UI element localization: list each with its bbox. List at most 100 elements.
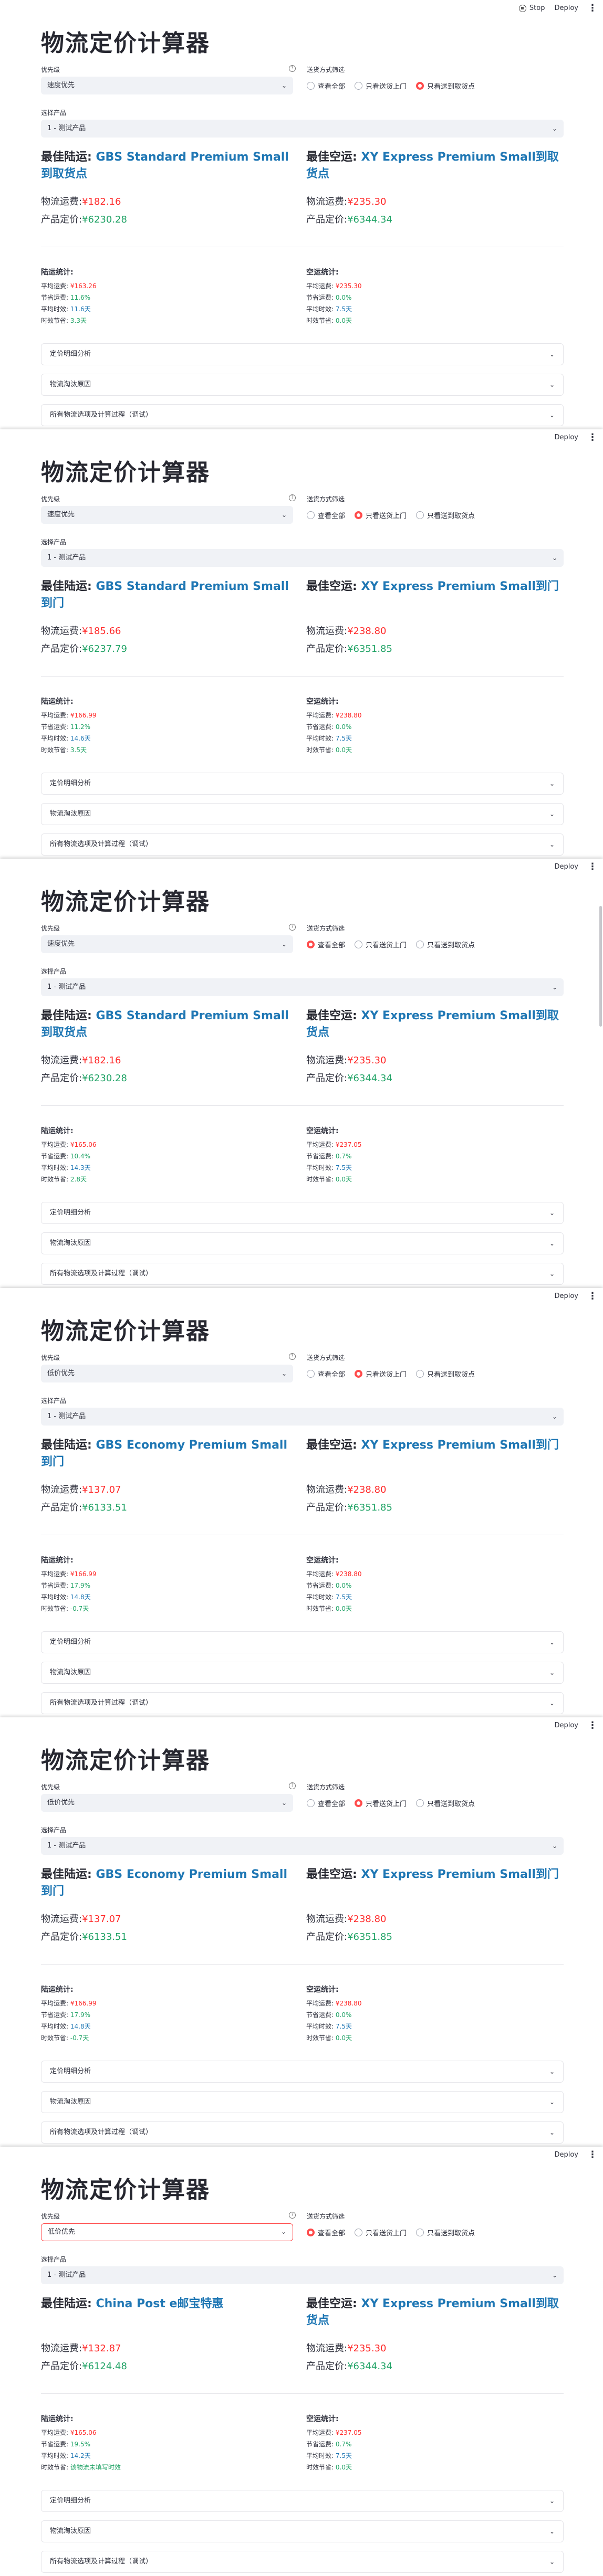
stat-value: 17.9%	[70, 1582, 90, 1589]
main-menu-icon[interactable]: ⋮	[588, 2150, 597, 2159]
radio-all[interactable]: 查看全部	[307, 1798, 345, 1808]
radio-all[interactable]: 查看全部	[307, 1369, 345, 1379]
expander-pricing-detail[interactable]: 定价明细分析 ⌄	[41, 1202, 564, 1224]
expander-elimination-reasons[interactable]: 物流淘汰原因 ⌄	[41, 1662, 564, 1684]
product-select[interactable]: 1 - 测试产品 ⌄	[41, 2266, 564, 2284]
main-menu-icon[interactable]: ⋮	[588, 862, 597, 871]
priority-select[interactable]: 低价优先 ⌄	[41, 1794, 293, 1812]
expander-pricing-detail[interactable]: 定价明细分析 ⌄	[41, 773, 564, 795]
radio-door[interactable]: 只看送货上门	[355, 81, 407, 91]
radio-pickup[interactable]: 只看送到取货点	[416, 510, 475, 520]
stat-label: 平均运费:	[41, 2429, 69, 2436]
stat-label: 平均时效:	[41, 1593, 69, 1601]
product-select[interactable]: 1 - 测试产品 ⌄	[41, 978, 564, 996]
expander-pricing-detail[interactable]: 定价明细分析 ⌄	[41, 2490, 564, 2512]
stat-label: 平均时效:	[41, 2452, 69, 2459]
radio-door[interactable]: 只看送货上门	[355, 510, 407, 520]
stat-value: 该物流未填写时效	[70, 2464, 121, 2471]
deploy-button[interactable]: Deploy	[554, 434, 578, 441]
deploy-button[interactable]: Deploy	[554, 1722, 578, 1729]
main-menu-icon[interactable]: ⋮	[588, 3, 597, 13]
product-select[interactable]: 1 - 测试产品 ⌄	[41, 1408, 564, 1426]
priority-select[interactable]: 速度优先 ⌄	[41, 506, 293, 524]
stat-label: 时效节省:	[41, 1605, 69, 1612]
radio-pickup[interactable]: 只看送到取货点	[416, 2227, 475, 2237]
expander-elimination-reasons[interactable]: 物流淘汰原因 ⌄	[41, 803, 564, 825]
expander-debug[interactable]: 所有物流选项及计算过程（调试） ⌄	[41, 2551, 564, 2573]
expander-debug[interactable]: 所有物流选项及计算过程（调试） ⌄	[41, 2121, 564, 2144]
expander-elimination-reasons[interactable]: 物流淘汰原因 ⌄	[41, 374, 564, 396]
main-menu-icon[interactable]: ⋮	[588, 1291, 597, 1301]
expander-debug[interactable]: 所有物流选项及计算过程（调试） ⌄	[41, 1263, 564, 1285]
product-value: 1 - 测试产品	[47, 983, 86, 991]
radio-all[interactable]: 查看全部	[307, 2227, 345, 2237]
filter-label: 送货方式筛选	[307, 925, 345, 932]
stat-value: 0.0%	[335, 723, 352, 731]
expander-elimination-reasons[interactable]: 物流淘汰原因 ⌄	[41, 2091, 564, 2113]
air-avg-cost: 平均运费: ¥237.05	[306, 1140, 362, 1149]
stat-label: 平均时效:	[306, 2452, 334, 2459]
page-title: 物流定价计算器	[41, 1318, 210, 1345]
land-cost-value: ¥137.07	[82, 1914, 121, 1925]
help-icon[interactable]: ?	[289, 1782, 296, 1789]
expander-pricing-detail[interactable]: 定价明细分析 ⌄	[41, 1631, 564, 1653]
radio-door[interactable]: 只看送货上门	[355, 2227, 407, 2237]
main-menu-icon[interactable]: ⋮	[588, 1720, 597, 1730]
help-icon[interactable]: ?	[289, 1353, 296, 1360]
expander-pricing-detail[interactable]: 定价明细分析 ⌄	[41, 2061, 564, 2083]
radio-dot	[416, 941, 424, 948]
radio-pickup[interactable]: 只看送到取货点	[416, 939, 475, 949]
expander-label: 物流淘汰原因	[50, 1239, 91, 1247]
expander-pricing-detail[interactable]: 定价明细分析 ⌄	[41, 343, 564, 365]
radio-pickup[interactable]: 只看送到取货点	[416, 1798, 475, 1808]
radio-pickup[interactable]: 只看送到取货点	[416, 1369, 475, 1379]
product-select[interactable]: 1 - 测试产品 ⌄	[41, 120, 564, 138]
help-icon[interactable]: ?	[289, 2212, 296, 2219]
deploy-button[interactable]: Deploy	[554, 4, 578, 12]
chevron-down-icon: ⌄	[281, 1370, 287, 1377]
radio-all[interactable]: 查看全部	[307, 81, 345, 91]
expander-label: 物流淘汰原因	[50, 381, 91, 388]
radio-all[interactable]: 查看全部	[307, 939, 345, 949]
help-icon[interactable]: ?	[289, 65, 296, 72]
land-time-saving: 时效节省: 该物流未填写时效	[41, 2463, 121, 2472]
radio-door[interactable]: 只看送货上门	[355, 1369, 407, 1379]
expander-elimination-reasons[interactable]: 物流淘汰原因 ⌄	[41, 1232, 564, 1254]
land-cost-label: 物流运费:	[41, 1055, 82, 1066]
expander-debug[interactable]: 所有物流选项及计算过程（调试） ⌄	[41, 833, 564, 856]
expander-debug[interactable]: 所有物流选项及计算过程（调试） ⌄	[41, 1692, 564, 1714]
stat-value: 11.2%	[70, 723, 90, 731]
chevron-down-icon: ⌄	[281, 82, 287, 89]
main-menu-icon[interactable]: ⋮	[588, 432, 597, 442]
help-icon[interactable]: ?	[289, 494, 296, 501]
product-select[interactable]: 1 - 测试产品 ⌄	[41, 1837, 564, 1855]
radio-door[interactable]: 只看送货上门	[355, 939, 407, 949]
radio-door[interactable]: 只看送货上门	[355, 1798, 407, 1808]
radio-all[interactable]: 查看全部	[307, 510, 345, 520]
radio-dot	[416, 1799, 424, 1807]
stat-label: 平均时效:	[41, 2023, 69, 2030]
air-price-row: 产品定价:¥6351.85	[306, 1500, 392, 1514]
deploy-button[interactable]: Deploy	[554, 1292, 578, 1300]
deploy-button[interactable]: Deploy	[554, 863, 578, 871]
stat-value: 14.6天	[70, 735, 91, 742]
radio-pickup[interactable]: 只看送到取货点	[416, 81, 475, 91]
air-cost-value: ¥238.80	[347, 1484, 387, 1495]
priority-select[interactable]: 低价优先 ⌄	[41, 2223, 293, 2241]
air-avg-time: 平均时效: 7.5天	[306, 304, 352, 313]
product-select[interactable]: 1 - 测试产品 ⌄	[41, 549, 564, 567]
expander-debug[interactable]: 所有物流选项及计算过程（调试） ⌄	[41, 404, 564, 426]
deploy-button[interactable]: Deploy	[554, 2151, 578, 2159]
help-icon[interactable]: ?	[289, 924, 296, 931]
priority-select[interactable]: 低价优先 ⌄	[41, 1365, 293, 1382]
priority-select[interactable]: 速度优先 ⌄	[41, 77, 293, 94]
stat-label: 时效节省:	[41, 317, 69, 324]
radio-label: 只看送货上门	[366, 83, 407, 91]
stat-label: 平均运费:	[41, 2000, 69, 2007]
priority-select[interactable]: 速度优先 ⌄	[41, 935, 293, 953]
stat-label: 平均时效:	[306, 735, 334, 742]
land-cost-label: 物流运费:	[41, 196, 82, 207]
chevron-down-icon: ⌄	[552, 1842, 557, 1850]
stop-button[interactable]: Stop	[518, 4, 545, 12]
expander-elimination-reasons[interactable]: 物流淘汰原因 ⌄	[41, 2520, 564, 2542]
